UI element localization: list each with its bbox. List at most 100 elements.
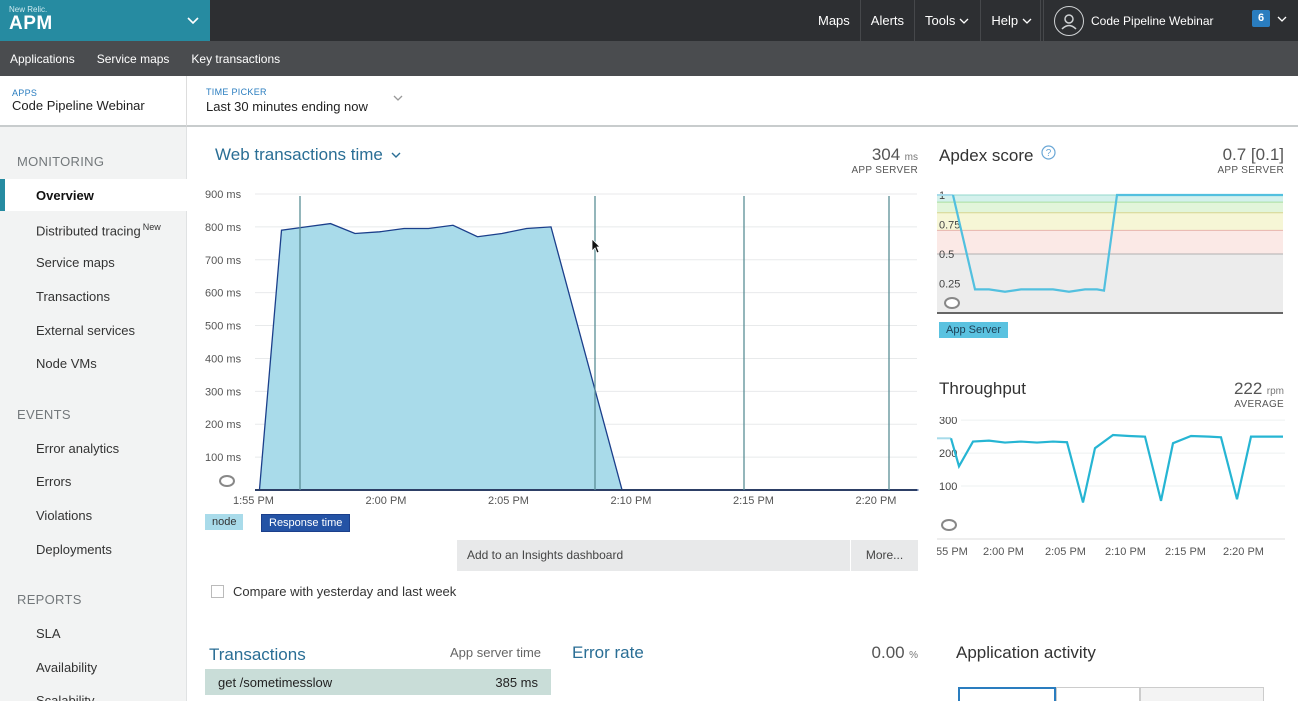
apps-value: Code Pipeline Webinar — [12, 98, 145, 113]
throughput-line — [949, 433, 1283, 503]
time-picker-value: Last 30 minutes ending now — [206, 99, 368, 114]
y-tick-label: 300 — [939, 417, 957, 427]
throughput-value: 222 — [1233, 379, 1263, 398]
apps-caption: APPS — [12, 88, 38, 98]
sidebar-item-transactions[interactable]: Transactions — [36, 289, 110, 304]
x-tick-label: 2:20 PM — [1223, 546, 1264, 557]
web-tx-metric: 304 ms APP SERVER — [807, 145, 918, 176]
x-tick-label: 2:10 PM — [1105, 546, 1146, 557]
action-bar: Add to an Insights dashboard More... — [457, 540, 918, 571]
main-content: Web transactions time 304 ms APP SERVER … — [187, 127, 1298, 701]
x-tick-label: 2:15 PM — [1165, 546, 1206, 557]
sidebar-item-violations[interactable]: Violations — [36, 508, 92, 523]
apdex-metric: 0.7 [0.1] APP SERVER — [1177, 145, 1284, 176]
y-tick-label: 100 ms — [205, 452, 242, 464]
add-insights-button[interactable]: Add to an Insights dashboard — [457, 540, 851, 571]
throughput-chart[interactable]: 300200100:55 PM2:00 PM2:05 PM2:10 PM2:15… — [937, 417, 1287, 557]
more-button[interactable]: More... — [851, 540, 918, 571]
nav-tools-label: Tools — [925, 13, 956, 28]
app-selector[interactable]: APPS Code Pipeline Webinar — [0, 76, 187, 127]
nav-maps[interactable]: Maps — [808, 0, 861, 41]
time-picker-caption: TIME PICKER — [206, 87, 267, 97]
transactions-column-header: App server time — [450, 645, 542, 660]
toggle-icon — [941, 519, 957, 531]
y-tick-label: 500 ms — [205, 321, 242, 333]
app-switcher[interactable]: New Relic. APM — [0, 0, 210, 41]
web-tx-title[interactable]: Web transactions time — [215, 145, 403, 165]
y-tick-label: 400 ms — [205, 353, 242, 365]
x-tick-label: 2:10 PM — [611, 495, 652, 507]
y-tick-label: 200 ms — [205, 419, 242, 431]
sidebar: MONITORING Overview Distributed tracing N… — [0, 127, 187, 701]
x-tick-label: :55 PM — [937, 546, 968, 557]
throughput-unit: rpm — [1266, 386, 1284, 397]
sidebar-item-error-analytics[interactable]: Error analytics — [36, 441, 119, 456]
chevron-down-icon — [391, 152, 401, 158]
table-row[interactable]: get /sometimesslow 385 ms — [205, 669, 551, 695]
legend-response-time[interactable]: Response time — [261, 514, 351, 532]
throughput-metric: 222 rpm AVERAGE — [1177, 379, 1284, 410]
help-icon[interactable]: ? — [1041, 145, 1056, 160]
throughput-title: Throughput — [939, 379, 1026, 398]
sidebar-item-sla[interactable]: SLA — [36, 626, 61, 641]
new-badge: New — [142, 222, 161, 232]
sidebar-item-deployments[interactable]: Deployments — [36, 542, 112, 557]
notification-badge[interactable]: 6 — [1252, 10, 1270, 27]
sidebar-item-overview[interactable]: Overview — [36, 188, 94, 203]
chevron-down-icon — [1022, 18, 1032, 24]
subnav-key-transactions[interactable]: Key transactions — [191, 52, 280, 66]
user-menu[interactable]: Code Pipeline Webinar — [1040, 0, 1214, 41]
apdex-band — [937, 254, 1283, 313]
web-tx-chart[interactable]: 900 ms 800 ms 700 ms 600 ms 500 ms 400 ms 300 … — [187, 182, 927, 512]
error-rate-title[interactable]: Error rate — [572, 643, 644, 663]
chevron-down-icon[interactable] — [1276, 14, 1288, 24]
sidebar-item-scalability[interactable]: Scalability — [36, 693, 95, 701]
sidebar-item-label: Distributed tracing — [36, 223, 141, 239]
web-tx-value: 304 — [871, 145, 901, 164]
sidebar-item-distributed-tracing[interactable]: Distributed tracing New — [36, 222, 161, 238]
top-nav: Maps Alerts Tools Help — [808, 0, 1045, 41]
activity-tab-1[interactable] — [958, 687, 1056, 701]
toggle-icon — [944, 297, 960, 309]
sidebar-item-node-vms[interactable]: Node VMs — [36, 356, 97, 371]
web-tx-title-label: Web transactions time — [215, 145, 383, 164]
apdex-band — [937, 212, 1283, 231]
nav-help[interactable]: Help — [981, 0, 1045, 41]
apdex-title-label: Apdex score — [939, 146, 1034, 165]
apdex-chart[interactable]: 10.750.50.25 — [937, 189, 1287, 319]
activity-tab-2[interactable] — [1056, 687, 1140, 701]
transactions-title[interactable]: Transactions — [209, 645, 306, 665]
activity-tabs — [958, 687, 1264, 701]
y-tick-label: 0.75 — [939, 220, 960, 232]
app-activity-title: Application activity — [956, 643, 1096, 662]
apdex-label: APP SERVER — [1217, 165, 1284, 176]
user-name: Code Pipeline Webinar — [1091, 13, 1214, 28]
legend-node[interactable]: node — [205, 514, 244, 530]
sidebar-item-service-maps[interactable]: Service maps — [36, 255, 115, 270]
x-tick-label: 2:20 PM — [856, 495, 897, 507]
x-tick-label: 2:05 PM — [488, 495, 529, 507]
compare-checkbox[interactable] — [211, 585, 224, 598]
svg-text:?: ? — [1046, 148, 1052, 159]
sidebar-item-availability[interactable]: Availability — [36, 660, 97, 675]
subnav-applications[interactable]: Applications — [10, 52, 75, 66]
chevron-down-icon[interactable] — [186, 13, 200, 27]
web-tx-unit: ms — [904, 152, 918, 163]
y-tick-label: 700 ms — [205, 255, 242, 267]
legend-app-server[interactable]: App Server — [939, 322, 1009, 338]
nav-alerts[interactable]: Alerts — [861, 0, 916, 41]
sidebar-item-errors[interactable]: Errors — [36, 474, 71, 489]
activity-tab-3[interactable] — [1140, 687, 1264, 701]
y-tick-label: 800 ms — [205, 222, 242, 234]
chevron-down-icon[interactable] — [392, 93, 404, 103]
sidebar-item-external-services[interactable]: External services — [36, 323, 135, 338]
error-rate-value: 0.00 — [871, 643, 905, 662]
y-tick-label: 600 ms — [205, 288, 242, 300]
error-rate-unit: % — [909, 650, 918, 661]
toggle-icon — [219, 475, 235, 487]
time-picker[interactable]: TIME PICKER Last 30 minutes ending now — [187, 76, 1298, 127]
nav-tools[interactable]: Tools — [915, 0, 982, 41]
subnav-service-maps[interactable]: Service maps — [97, 52, 170, 66]
compare-option[interactable]: Compare with yesterday and last week — [211, 584, 456, 599]
transaction-name: get /sometimesslow — [218, 675, 333, 690]
